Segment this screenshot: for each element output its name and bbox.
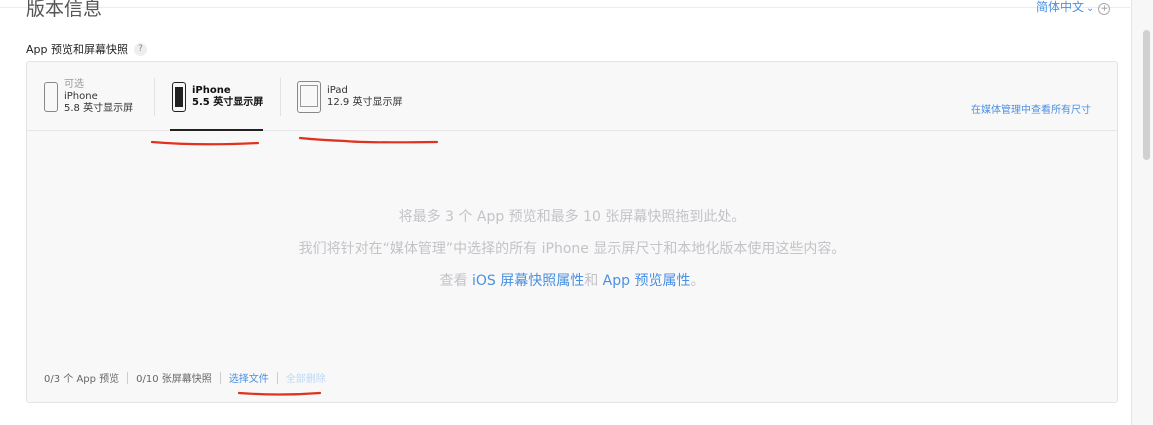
dropzone-line-1: 将最多 3 个 App 预览和最多 10 张屏幕快照拖到此处。 [398,209,746,225]
dropzone-line-3-middle: 和 [584,273,603,289]
tab-divider [154,78,155,116]
help-icon[interactable]: ? [134,42,147,56]
view-all-sizes-link[interactable]: 在媒体管理中查看所有尺寸 [971,101,1091,116]
tab-device-size: 5.8 英寸显示屏 [64,102,134,114]
delete-all-button[interactable]: 全部删除 [286,370,326,385]
ios-screenshot-properties-link[interactable]: iOS 屏幕快照属性 [472,273,584,289]
tab-iphone-5-8[interactable]: 可选 iPhone 5.8 英寸显示屏 [44,62,133,131]
tab-divider [280,78,281,116]
chevron-down-icon: ⌄ [1086,3,1095,14]
footer-separator [127,371,129,384]
media-footer: 0/3 个 App 预览 0/10 张屏幕快照 选择文件 全部删除 [44,370,326,385]
dropzone-line-3: 查看 iOS 屏幕快照属性和 App 预览属性。 [27,265,1117,297]
tab-device-name: iPhone [192,84,231,96]
tab-optional-label: 可选 [64,78,84,90]
top-divider [0,7,1130,8]
tab-device-name: iPad [327,84,348,96]
tab-device-size: 12.9 英寸显示屏 [327,96,403,108]
choose-file-button[interactable]: 选择文件 [229,370,269,385]
language-select[interactable]: 简体中文 ⌄ + [1036,0,1111,15]
drop-zone[interactable]: 将最多 3 个 App 预览和最多 10 张屏幕快照拖到此处。 我们将针对在“媒… [27,201,1117,297]
screenshot-count: 0/10 张屏幕快照 [136,374,212,385]
app-preview-properties-link[interactable]: App 预览属性 [603,273,691,289]
active-tab-underline [170,129,263,131]
section-title-text: App 预览和屏幕快照 [26,43,128,56]
ipad-icon [297,80,321,113]
dropzone-line-3-prefix: 查看 [439,273,472,289]
section-title: App 预览和屏幕快照 ? [26,41,147,57]
language-label: 简体中文 [1036,0,1085,14]
dropzone-line-3-suffix: 。 [690,273,705,289]
page-title: 版本信息 [26,0,103,20]
media-panel: 可选 iPhone 5.8 英寸显示屏 iPhone 5.5 英寸显示屏 iPa… [26,61,1118,403]
tab-iphone-5-5[interactable]: iPhone 5.5 英寸显示屏 [170,62,264,131]
tab-device-size: 5.5 英寸显示屏 [192,96,264,108]
footer-separator [276,371,278,384]
iphone-icon [172,81,186,112]
footer-separator [219,371,221,384]
device-tabbar: 可选 iPhone 5.8 英寸显示屏 iPhone 5.5 英寸显示屏 iPa… [27,62,1117,131]
dropzone-line-2: 我们将针对在“媒体管理”中选择的所有 iPhone 显示屏尺寸和本地化版本使用这… [298,241,846,257]
scrollbar-thumb[interactable] [1143,30,1150,160]
tab-device-name: iPhone [64,90,98,102]
tab-ipad-12-9[interactable]: iPad 12.9 英寸显示屏 [297,62,402,131]
iphone-x-icon [44,81,58,112]
plus-circle-icon[interactable]: + [1098,3,1111,15]
preview-count: 0/3 个 App 预览 [44,374,120,385]
page-scrollbar[interactable] [1131,0,1153,425]
